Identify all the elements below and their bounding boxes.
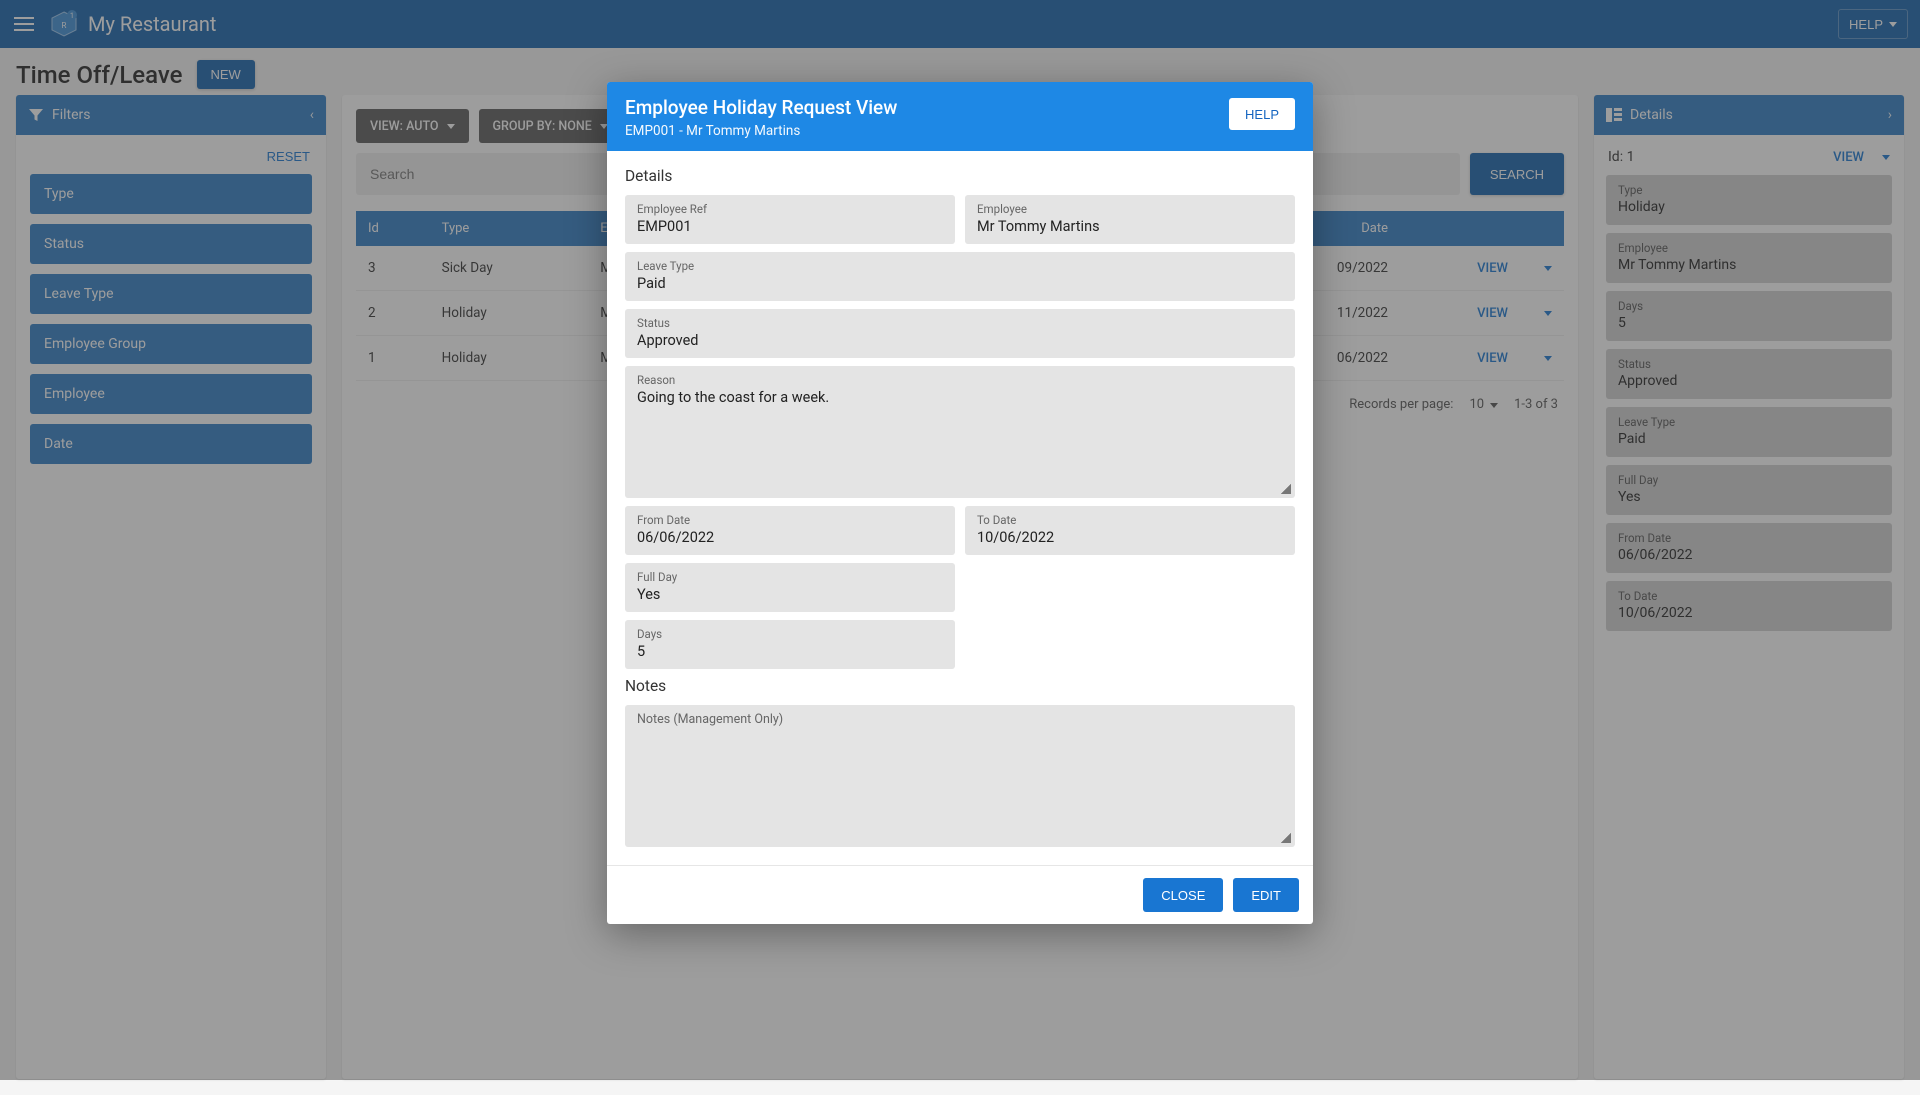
modal-help-button[interactable]: HELP [1229, 98, 1295, 130]
field-full-day: Full Day Yes [625, 563, 955, 612]
field-employee: Employee Mr Tommy Martins [965, 195, 1295, 244]
field-notes[interactable]: Notes (Management Only) [625, 705, 1295, 847]
resize-handle-icon[interactable] [1281, 833, 1291, 843]
field-employee-ref: Employee Ref EMP001 [625, 195, 955, 244]
field-to-date: To Date 10/06/2022 [965, 506, 1295, 555]
field-leave-type: Leave Type Paid [625, 252, 1295, 301]
modal-title: Employee Holiday Request View [625, 96, 1229, 119]
section-details-title: Details [625, 167, 1295, 185]
modal: Employee Holiday Request View EMP001 - M… [607, 82, 1313, 924]
field-from-date: From Date 06/06/2022 [625, 506, 955, 555]
modal-footer: CLOSE EDIT [607, 865, 1313, 924]
resize-handle-icon[interactable] [1281, 484, 1291, 494]
close-button[interactable]: CLOSE [1143, 878, 1223, 912]
section-notes-title: Notes [625, 677, 1295, 695]
field-days: Days 5 [625, 620, 955, 669]
modal-header: Employee Holiday Request View EMP001 - M… [607, 82, 1313, 151]
edit-button[interactable]: EDIT [1233, 878, 1299, 912]
field-reason[interactable]: Reason Going to the coast for a week. [625, 366, 1295, 498]
modal-body: Details Employee Ref EMP001 Employee Mr … [607, 151, 1313, 865]
modal-subtitle: EMP001 - Mr Tommy Martins [625, 123, 1229, 139]
field-status: Status Approved [625, 309, 1295, 358]
